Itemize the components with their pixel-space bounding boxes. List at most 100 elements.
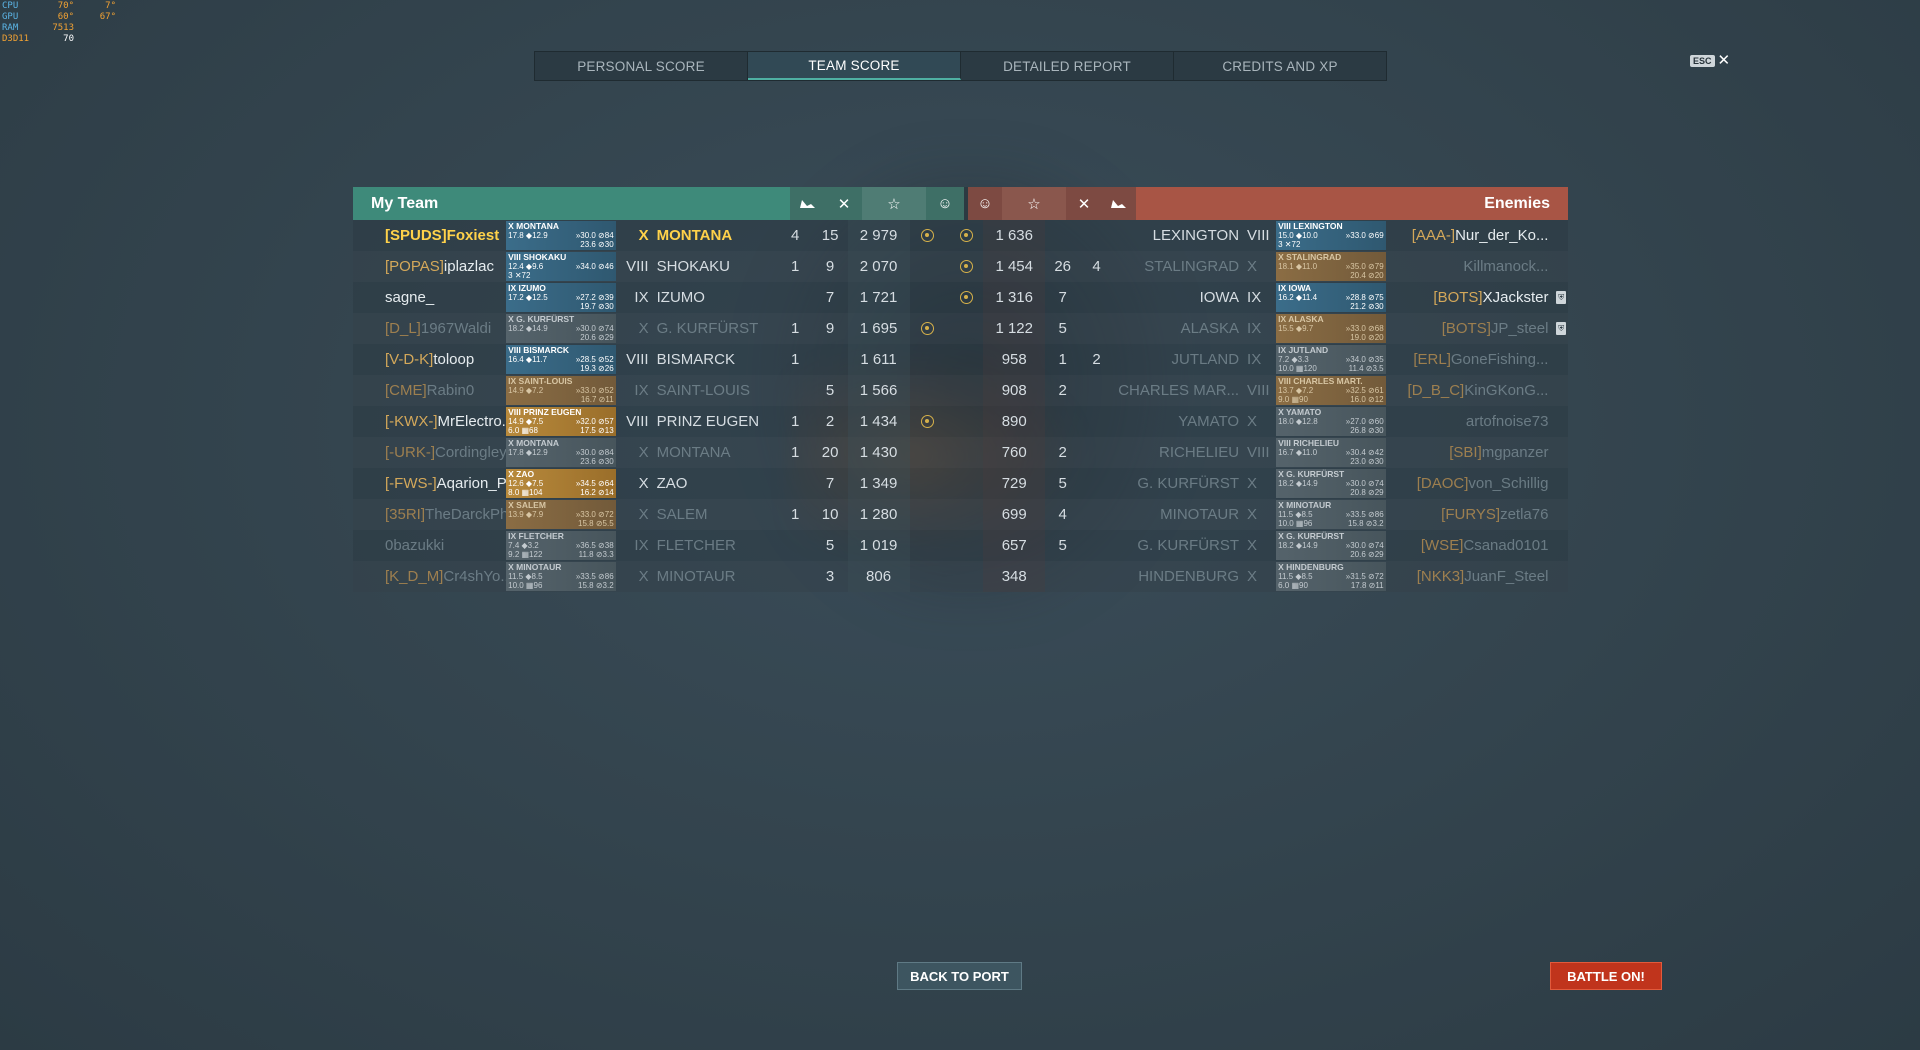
card-ship-title: X SALEM	[508, 500, 546, 510]
card-ship-title: IX SAINT-LOUIS	[508, 376, 573, 386]
enemy-base-xp-score: 699	[983, 499, 1046, 530]
player-name[interactable]: [-KWX-]MrElectro...	[353, 406, 506, 437]
planes-shot-value: 1	[791, 506, 800, 523]
kills-value: 7	[1058, 289, 1067, 306]
score-value: 958	[1001, 351, 1027, 368]
clan-tag: [35RI]	[385, 506, 426, 523]
enemy-player-name[interactable]: [BOTS] XJackster	[1386, 282, 1555, 313]
score-value: 1 280	[859, 506, 898, 523]
tab-detailed-report[interactable]: DETAILED REPORT	[961, 52, 1174, 80]
enemy-ship-tier: VIII	[1245, 220, 1276, 251]
tab-team-score[interactable]: TEAM SCORE	[748, 52, 961, 80]
kills-value: 3	[825, 568, 835, 585]
tab-personal-score[interactable]: PERSONAL SCORE	[535, 52, 748, 80]
card-stat-a: 16.4 ◆11.7	[508, 355, 548, 364]
player-name[interactable]: 0bazukki	[353, 530, 506, 561]
enemy-ship-name: RICHELIEU	[1113, 437, 1245, 468]
clan-tag: [-FWS-]	[385, 475, 437, 492]
kills-value: 15	[821, 227, 839, 244]
enemy-ship-name: CHARLES MAR...	[1113, 375, 1245, 406]
enemy-ship-card-cell: X HINDENBURG 11.5 ◆8.5 »31.5 ⊘72 17.8 ⊘11 6.…	[1276, 562, 1386, 591]
player-name[interactable]: [D_L] 1967Waldi	[353, 313, 506, 344]
table-row: sagne_ IX IZUMO 17.2 ◆12.5 »27.2 ⊘39 19.7 ⊘3…	[353, 282, 1568, 313]
crest-cell	[910, 406, 947, 437]
player-name[interactable]: [SPUDS] Foxiest	[353, 220, 506, 251]
enemy-player-name[interactable]: [AAA-] Nur_der_Ko...	[1386, 220, 1555, 251]
hw-v1: 7513	[52, 23, 74, 33]
player-nickname: GoneFishing...	[1450, 351, 1549, 368]
clan-tag: [NKK3]	[1416, 568, 1465, 585]
card-stat-b: »33.0 ⊘52	[575, 386, 614, 395]
enemy-player-name[interactable]: [SBI] mgpanzer	[1386, 437, 1555, 468]
card-ship-title: X STALINGRAD	[1278, 252, 1342, 262]
kills-value: 10	[821, 506, 839, 523]
kills-value: 26	[1054, 258, 1071, 275]
enemy-player-name[interactable]: [D_B_C] KinGKonG...	[1386, 375, 1555, 406]
enemy-ship-name: G. KURFÜRST	[1113, 530, 1245, 561]
enemy-kills-count: 2	[1045, 437, 1080, 468]
enemy-crest-cell	[950, 499, 983, 530]
clan-tag: [V-D-K]	[385, 351, 434, 368]
enemy-flag-cell	[1554, 499, 1568, 530]
enemy-player-name[interactable]: [NKK3] JuanF_Steel	[1386, 561, 1555, 592]
ship-tier: X	[616, 561, 657, 592]
ship-name: MONTANA	[657, 437, 778, 468]
player-name[interactable]: [35RI]TheDarckPh...	[353, 499, 506, 530]
player-nickname: von_Schillig	[1468, 475, 1549, 492]
hw-k: RAM	[2, 23, 19, 33]
table-row: [SPUDS] Foxiest X MONTANA 17.8 ◆12.9 »30.0 ⊘…	[353, 220, 1568, 251]
card-ship-title: X G. KURFÜRST	[508, 314, 575, 324]
enemy-player-name[interactable]: [WSE] Csanad0101	[1386, 530, 1555, 561]
enemy-ship-name: ALASKA	[1113, 313, 1245, 344]
enemy-player-name[interactable]: [DAOC] von_Schillig	[1386, 468, 1555, 499]
clan-tag: [ERL]	[1413, 351, 1451, 368]
enemy-player-name[interactable]: artofnoise73	[1386, 406, 1555, 437]
kills-value: 2	[1058, 382, 1067, 399]
enemy-player-name[interactable]: [FURYS] zetla76	[1386, 499, 1555, 530]
ship-tier: VIII	[616, 406, 657, 437]
player-name[interactable]: [V-D-K] toloop	[353, 344, 506, 375]
player-name[interactable]: sagne_	[353, 282, 506, 313]
player-name[interactable]: [-FWS-]Aqarion_PL	[353, 468, 506, 499]
enemy-crest-cell	[950, 437, 983, 468]
battle-on-button[interactable]: BATTLE ON!	[1550, 962, 1662, 990]
hw-v1: 70°	[57, 1, 74, 11]
enemy-ship-tier: X	[1245, 468, 1276, 499]
ships-destroyed-icon: ✕	[826, 187, 862, 220]
enemy-kills-count: 7	[1045, 282, 1080, 313]
enemy-player-name[interactable]: [BOTS] JP_steel	[1386, 313, 1555, 344]
ship-card-cell: VIII BISMARCK 16.4 ◆11.7 »28.5 ⊘52 19.3 ⊘26	[506, 345, 616, 374]
enemy-planes-shot-count	[1080, 561, 1113, 592]
ship-name-label: G. KURFÜRST	[656, 320, 759, 337]
player-name[interactable]: [-URK-] Cordingley	[353, 437, 506, 468]
base-xp-score: 1 019	[847, 530, 910, 561]
enemy-base-xp-score: 1 122	[983, 313, 1046, 344]
card-stat-c: 15.8 ⊘5.5	[578, 519, 614, 528]
kills-count: 9	[813, 251, 848, 282]
score-value: 1 695	[859, 320, 898, 337]
base-xp-score: 1 566	[847, 375, 910, 406]
ship-tier: IX	[616, 375, 657, 406]
enemy-ship-tier: VIII	[1245, 437, 1276, 468]
card-stat-a: 12.4 ◆9.6	[508, 262, 544, 271]
enemy-player-name[interactable]: Killmanock...	[1386, 251, 1555, 282]
back-to-port-button[interactable]: BACK TO PORT	[897, 962, 1022, 990]
score-value: 1 636	[995, 227, 1033, 244]
player-name[interactable]: [POPAS] iplazlac	[353, 251, 506, 282]
player-name[interactable]: [CME] Rabin0	[353, 375, 506, 406]
enemy-player-name[interactable]: [ERL] GoneFishing...	[1386, 344, 1555, 375]
player-nickname: mgpanzer	[1481, 444, 1549, 461]
card-stat-a: 17.8 ◆12.9	[508, 448, 548, 457]
close-button[interactable]: ESC ✕	[1690, 53, 1730, 68]
card-ship-title: X MINOTAUR	[508, 562, 562, 572]
clan-tag: [D_L]	[385, 320, 421, 337]
enemy-base-xp-score: 1 636	[983, 220, 1046, 251]
player-name[interactable]: [K_D_M] Cr4shYo...	[353, 561, 506, 592]
tab-credits-and-xp[interactable]: CREDITS AND XP	[1174, 52, 1386, 80]
ship-name-label: IZUMO	[656, 289, 705, 306]
card-stat-a: 14.9 ◆7.2	[508, 386, 544, 395]
card-stat-a: 12.6 ◆7.5	[508, 479, 544, 488]
clan-tag: [AAA-]	[1411, 227, 1456, 244]
kills-value: 9	[825, 258, 835, 275]
card-stat-d: 8.0 ▦104	[508, 488, 543, 497]
